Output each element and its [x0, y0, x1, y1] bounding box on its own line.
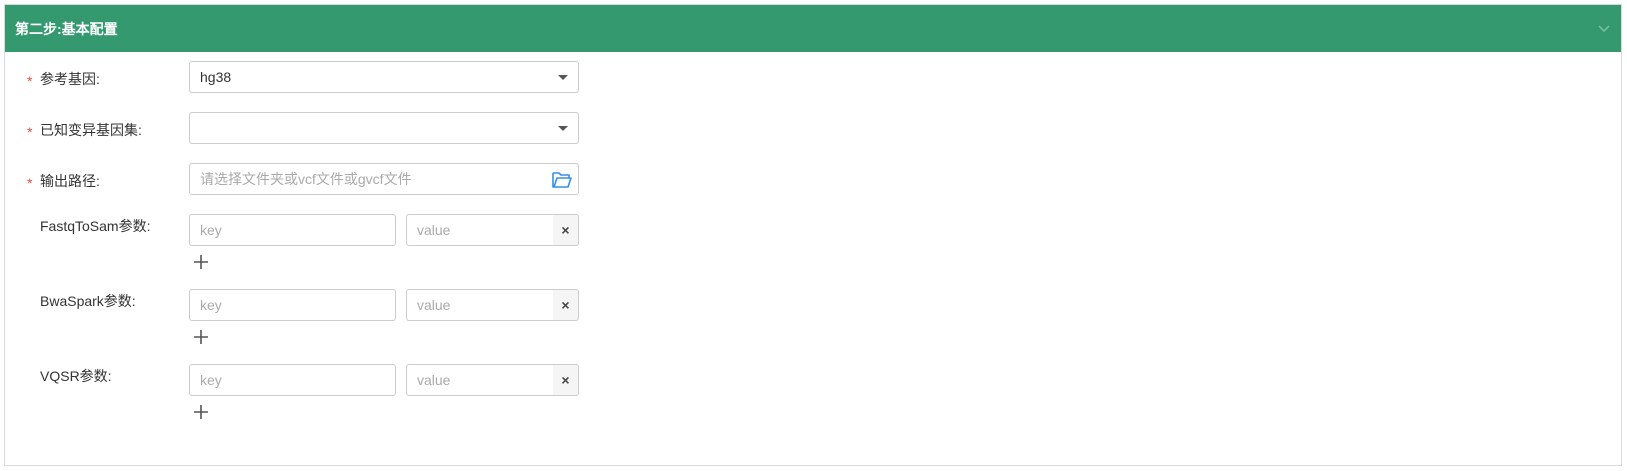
fastqtosam-add-button[interactable]: [192, 253, 210, 271]
config-panel: 第二步:基本配置 * 参考基因: hg38 * 已知变异基因集: * 输出路径:…: [4, 4, 1622, 466]
close-icon: ×: [561, 372, 570, 388]
panel-header[interactable]: 第二步:基本配置: [5, 5, 1621, 52]
folder-open-icon[interactable]: [551, 169, 573, 191]
known-variants-label: 已知变异基因集:: [40, 122, 142, 138]
fastqtosam-value-field: [406, 214, 554, 246]
known-variants-select[interactable]: [189, 112, 579, 144]
chevron-down-icon[interactable]: [1597, 22, 1611, 36]
caret-down-icon: [558, 126, 568, 131]
close-icon: ×: [561, 222, 570, 238]
plus-icon: [194, 405, 208, 419]
required-star: *: [27, 175, 33, 191]
bwaspark-value-input[interactable]: [407, 290, 553, 320]
fastqtosam-clear-button[interactable]: ×: [553, 214, 579, 246]
output-path-input[interactable]: [190, 164, 578, 194]
ref-genome-select[interactable]: hg38: [189, 61, 579, 93]
vqsr-add-button[interactable]: [192, 403, 210, 421]
output-path-label: 输出路径:: [40, 173, 100, 189]
bwaspark-value-field: [406, 289, 554, 321]
ref-genome-value: hg38: [200, 69, 232, 85]
bwaspark-key-input[interactable]: [190, 290, 395, 320]
vqsr-key-input[interactable]: [190, 365, 395, 395]
bwaspark-clear-button[interactable]: ×: [553, 289, 579, 321]
output-path-field: [189, 163, 579, 195]
ref-genome-label: 参考基因:: [40, 71, 100, 87]
fastqtosam-label: FastqToSam参数:: [40, 218, 151, 234]
vqsr-value-input[interactable]: [407, 365, 553, 395]
bwaspark-key-field: [189, 289, 396, 321]
vqsr-key-field: [189, 364, 396, 396]
fastqtosam-key-input[interactable]: [190, 215, 395, 245]
fastqtosam-key-field: [189, 214, 396, 246]
fastqtosam-value-input[interactable]: [407, 215, 553, 245]
close-icon: ×: [561, 297, 570, 313]
caret-down-icon: [558, 75, 568, 80]
vqsr-label: VQSR参数:: [40, 368, 112, 384]
plus-icon: [194, 330, 208, 344]
vqsr-clear-button[interactable]: ×: [553, 364, 579, 396]
bwaspark-label: BwaSpark参数:: [40, 293, 136, 309]
required-star: *: [27, 124, 33, 140]
vqsr-value-field: [406, 364, 554, 396]
panel-title: 第二步:基本配置: [15, 20, 118, 37]
bwaspark-add-button[interactable]: [192, 328, 210, 346]
required-star: *: [27, 73, 33, 89]
plus-icon: [194, 255, 208, 269]
